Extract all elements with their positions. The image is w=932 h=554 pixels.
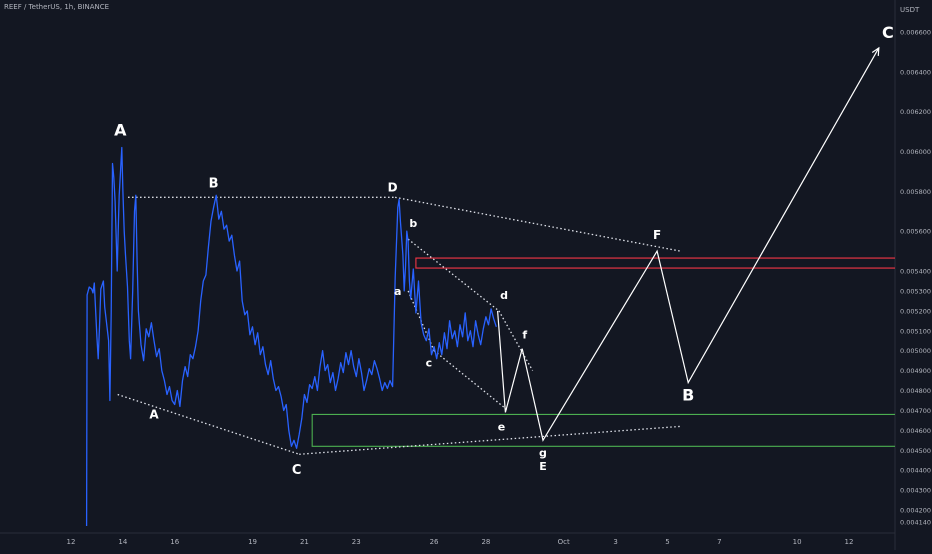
price-tick-label: 0.004400 [900, 467, 931, 475]
wave-label: A [114, 121, 127, 140]
wave-label: f [522, 329, 527, 342]
dotted-trendline [117, 393, 300, 455]
price-tick-label: 0.005400 [900, 268, 931, 276]
wave-label: D [388, 180, 398, 194]
price-tick-label: 0.004200 [900, 507, 931, 515]
time-tick-label: Oct [558, 538, 570, 546]
wave-label: C [882, 23, 894, 42]
wave-label: E [539, 460, 547, 473]
time-tick-label: 10 [793, 538, 802, 546]
currency-label: USDT [900, 6, 920, 14]
dotted-trendline [498, 310, 534, 371]
wave-label: c [426, 357, 433, 370]
price-tick-label: 0.006600 [900, 29, 931, 37]
dotted-trendline [299, 425, 681, 455]
time-tick-label: 28 [481, 538, 490, 546]
wave-label: A [149, 407, 159, 421]
wave-label: a [394, 285, 401, 298]
price-tick-label: 0.004140 [900, 519, 931, 527]
price-tick-label: 0.004600 [900, 427, 931, 435]
price-tick-label: 0.004500 [900, 447, 931, 455]
price-tick-label: 0.004900 [900, 367, 931, 375]
time-tick-label: 12 [67, 538, 76, 546]
time-tick-label: 7 [717, 538, 721, 546]
projection-path [497, 47, 880, 442]
dotted-trendline [395, 196, 681, 252]
dotted-trendline [407, 238, 500, 312]
time-tick-label: 21 [300, 538, 309, 546]
symbol-title: REEF / TetherUS, 1h, BINANCE [4, 3, 110, 11]
price-tick-label: 0.005800 [900, 188, 931, 196]
price-tick-label: 0.005300 [900, 287, 931, 295]
time-tick-label: 23 [352, 538, 361, 546]
support-zone [311, 413, 895, 447]
wave-label: F [653, 228, 661, 242]
price-tick-label: 0.005600 [900, 228, 931, 236]
price-tick-label: 0.004300 [900, 487, 931, 495]
price-tick-label: 0.005000 [900, 347, 931, 355]
price-tick-label: 0.004800 [900, 387, 931, 395]
wave-label: b [409, 217, 417, 230]
price-tick-label: 0.005200 [900, 307, 931, 315]
time-tick-label: 26 [430, 538, 439, 546]
time-tick-label: 3 [613, 538, 617, 546]
time-tick-label: 16 [170, 538, 179, 546]
price-tick-label: 0.006400 [900, 68, 931, 76]
time-tick-label: 14 [118, 538, 127, 546]
price-tick-label: 0.006000 [900, 148, 931, 156]
wave-label: C [292, 463, 302, 478]
wave-label: e [498, 420, 505, 433]
price-chart[interactable]: USDT 0.006600 0.006400 0.006200 0.006000 0.00… [0, 0, 932, 550]
time-tick-label: 12 [845, 538, 854, 546]
resistance-zone [415, 257, 895, 269]
time-tick-label: 5 [665, 538, 669, 546]
chart-root: REEF / TetherUS, 1h, BINANCE USDT 0.00660… [0, 0, 932, 550]
price-tick-label: 0.004700 [900, 407, 931, 415]
wave-label: d [500, 289, 508, 302]
wave-label: B [682, 385, 694, 404]
wave-label: g [539, 446, 547, 459]
price-tick-label: 0.005100 [900, 327, 931, 335]
dotted-trendline [433, 350, 509, 411]
wave-label: B [209, 176, 219, 191]
price-tick-label: 0.006200 [900, 108, 931, 116]
time-tick-label: 19 [248, 538, 257, 546]
